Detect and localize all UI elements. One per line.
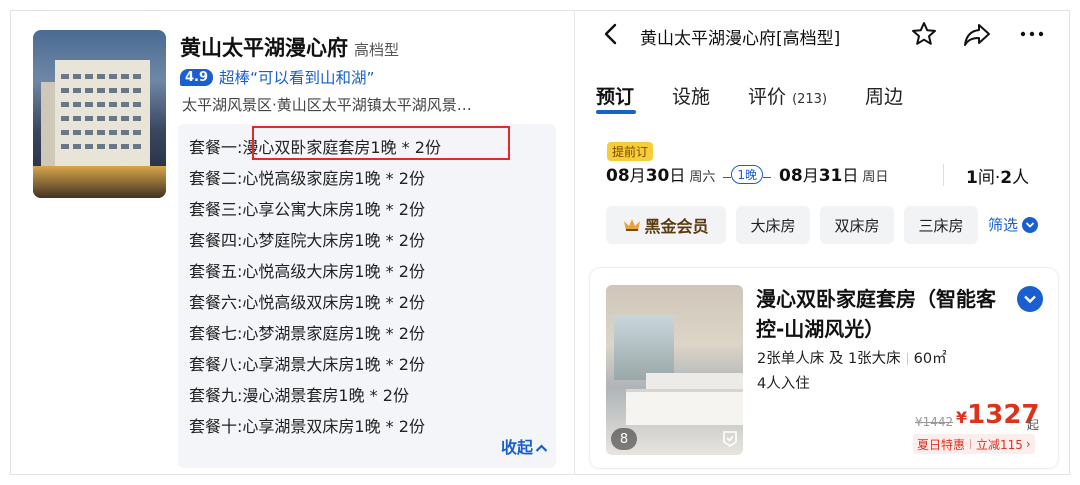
room-area: 60㎡ [913, 351, 947, 367]
date-selector[interactable]: 08 月 30 日周六 1晚 08 月 31 日周日 [606, 162, 888, 186]
room-expand-button[interactable] [1017, 286, 1043, 312]
hotel-photo[interactable] [33, 30, 166, 198]
package-row: 套餐七:心梦湖景家庭房1晚 * 2份 [189, 324, 425, 343]
chevron-down-icon [1024, 295, 1036, 304]
photo-count-badge: 8 [611, 428, 637, 450]
prebook-tag: 提前订 [607, 142, 654, 161]
tab-active-indicator [596, 110, 636, 114]
nav-title: 黄山太平湖漫心府[高档型] [640, 29, 841, 49]
tab-booking[interactable]: 预订 [596, 82, 634, 109]
package-row: 套餐三:心享公寓大床房1晚 * 2份 [189, 200, 425, 219]
member-crown-icon [624, 219, 641, 231]
checkout-month: 08 [779, 166, 803, 186]
filter-king-room[interactable]: 大床房 [736, 206, 810, 244]
rating-row[interactable]: 4.9 超棒“可以看到山和湖” [180, 66, 375, 88]
package-row: 套餐九:漫心湖景套房1晚 * 2份 [189, 386, 409, 405]
collapse-button[interactable]: 收起 [501, 434, 548, 458]
original-price: ¥1442 [915, 415, 954, 429]
package-row: 套餐六:心悦高级双床房1晚 * 2份 [189, 293, 425, 312]
checkin-month: 08 [606, 166, 630, 186]
checkin-weekday: 周六 [689, 170, 716, 185]
highlight-annotation [252, 126, 510, 160]
filter-button[interactable]: 筛选 [988, 214, 1039, 235]
rooms-divider [943, 164, 944, 186]
tab-facilities[interactable]: 设施 [672, 82, 710, 109]
score-badge: 4.9 [180, 68, 214, 86]
package-list: 套餐一:漫心双卧家庭套房1晚 * 2份 套餐二:心悦高级家庭房1晚 * 2份 套… [178, 124, 556, 468]
rating-text: 超棒“可以看到山和湖” [219, 69, 375, 87]
hotel-grade: 高档型 [354, 41, 400, 59]
hotel-name-text: 黄山太平湖漫心府 [180, 36, 348, 60]
package-row: 套餐二:心悦高级家庭房1晚 * 2份 [189, 169, 425, 188]
star-icon[interactable] [910, 20, 938, 48]
filter-black-gold-member[interactable]: 黑金会员 [606, 206, 726, 244]
package-row: 套餐四:心梦庭院大床房1晚 * 2份 [189, 231, 425, 250]
package-row: 套餐八:心享湖景大床房1晚 * 2份 [189, 355, 425, 374]
more-icon[interactable] [1018, 22, 1046, 46]
chevron-right-icon: › [1025, 437, 1031, 451]
filter-twin-room[interactable]: 双床房 [820, 206, 894, 244]
room-occupancy: 4人入住 [757, 376, 810, 392]
collapse-label: 收起 [500, 438, 533, 457]
chevron-down-icon [1022, 216, 1039, 233]
checkout-day: 31 [818, 166, 843, 186]
hotel-address: 太平湖风景区·黄山区太平湖镇太平湖风景… [182, 96, 472, 114]
package-row: 套餐十:心享湖景双床房1晚 * 2份 [189, 417, 425, 436]
panel-divider [574, 10, 575, 475]
share-icon[interactable] [962, 22, 992, 48]
package-row: 套餐五:心悦高级大床房1晚 * 2份 [189, 262, 425, 281]
filter-triple-room[interactable]: 三床房 [904, 206, 978, 244]
review-count: (213) [792, 92, 828, 107]
room-name: 漫心双卧家庭套房（智能客控-山湖风光） [756, 287, 996, 341]
nights-badge: 1晚 [731, 165, 764, 184]
price-suffix: 起 [1027, 418, 1040, 432]
room-beds: 2张单人床 及 1张大床 60㎡ [757, 351, 947, 367]
checkout-weekday: 周日 [862, 170, 889, 185]
chevron-up-icon [535, 444, 548, 452]
back-icon[interactable] [600, 22, 622, 46]
tab-nearby[interactable]: 周边 [865, 82, 903, 109]
rooms-guests-selector[interactable]: 1间·2人 [966, 163, 1029, 188]
tab-reviews[interactable]: 评价 (213) [748, 82, 827, 109]
filter-label: 筛选 [988, 216, 1019, 234]
checkin-day: 30 [645, 166, 670, 186]
promo-badge[interactable]: 夏日特惠 立减115 › [913, 434, 1035, 454]
hotel-name: 黄山太平湖漫心府 高档型 [180, 32, 399, 62]
verified-photo-icon [723, 431, 737, 447]
